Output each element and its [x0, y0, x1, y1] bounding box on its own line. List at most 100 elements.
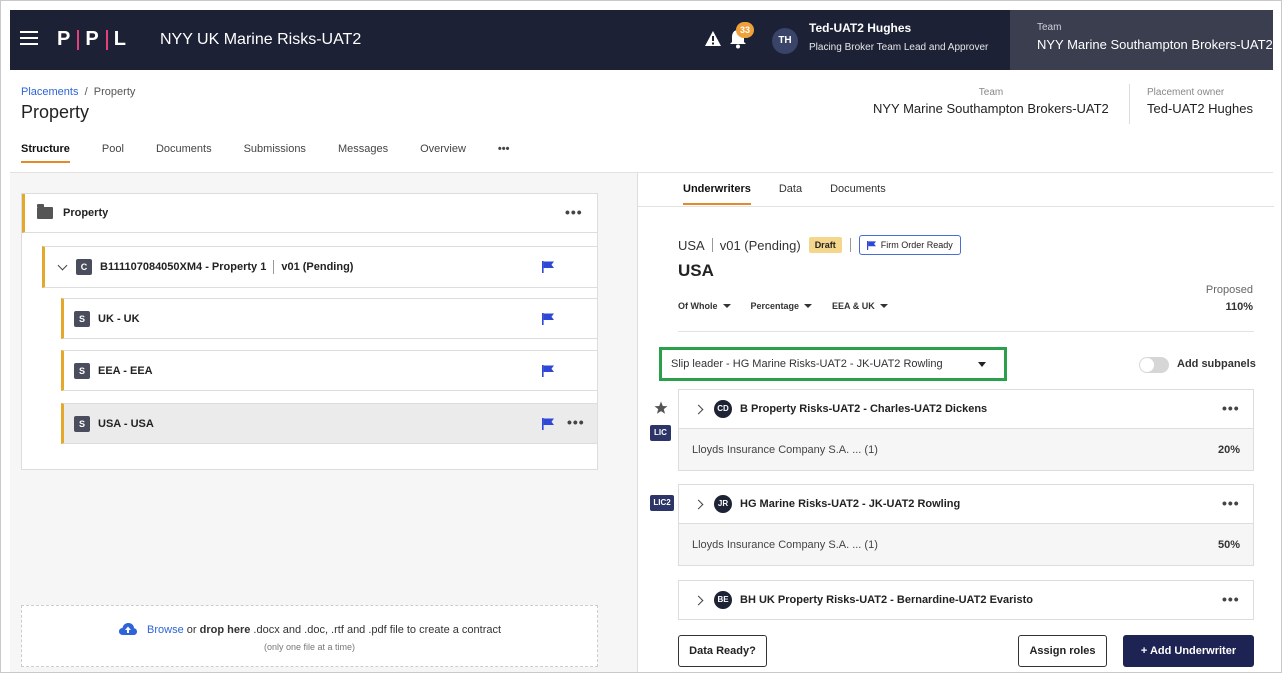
section-detail-panel: Underwriters Data Documents USA v01 (Pen… [637, 173, 1274, 672]
underwriter-header[interactable]: BE BH UK Property Risks-UAT2 - Bernardin… [679, 581, 1253, 619]
placement-tabs: Structure Pool Documents Submissions Mes… [21, 143, 541, 163]
divider [711, 238, 713, 252]
breadcrumb-current: Property [93, 86, 136, 98]
tab-overview[interactable]: Overview [420, 143, 466, 163]
structure-panel: Property ••• C B111107084050XM4 - Proper… [10, 173, 637, 672]
tab-structure[interactable]: Structure [21, 143, 70, 163]
tree-node-section-eea[interactable]: S EEA - EEA [61, 350, 598, 391]
of-whole-dropdown[interactable]: Of Whole [678, 301, 731, 311]
placement-owner-label: Placement owner [1147, 87, 1225, 98]
tab-documents-detail[interactable]: Documents [830, 183, 886, 205]
upload-instructions: Browse or drop here .docx and .doc, .rtf… [22, 622, 597, 636]
user-avatar[interactable]: TH [772, 28, 798, 54]
tree-node-root[interactable]: Property ••• [22, 194, 597, 233]
contract-type-badge: C [76, 259, 92, 275]
divider [849, 238, 851, 252]
section-type-badge: S [74, 415, 90, 432]
browse-link[interactable]: Browse [147, 624, 184, 636]
tree-node-contract[interactable]: C B111107084050XM4 - Property 1 v01 (Pen… [42, 246, 598, 288]
structure-tree: Property ••• C B111107084050XM4 - Proper… [21, 193, 598, 470]
root-more-button[interactable]: ••• [565, 204, 583, 220]
region-dropdown[interactable]: EEA & UK [832, 301, 888, 311]
underwriter-more-button[interactable]: ••• [1222, 400, 1240, 416]
underwriter-company: Lloyds Insurance Company S.A. ... (1) [692, 538, 878, 551]
section-label: UK - UK [98, 312, 140, 325]
tab-separator [638, 206, 1274, 207]
filters-row: Of Whole Percentage EEA & UK [678, 301, 908, 311]
more-tabs-button[interactable]: ••• [498, 143, 510, 163]
underwriter-share: 20% [1217, 443, 1240, 456]
caret-down-icon [978, 362, 986, 367]
top-navigation-bar: PPL NYY UK Marine Risks-UAT2 33 TH Ted-U… [10, 10, 1273, 70]
flag-icon[interactable] [542, 418, 554, 430]
underwriter-name: BH UK Property Risks-UAT2 - Bernardine-U… [740, 594, 1033, 606]
tree-node-section-usa[interactable]: S USA - USA ••• [61, 403, 598, 444]
data-ready-button[interactable]: Data Ready? [678, 635, 767, 667]
underwriter-avatar: BE [714, 591, 732, 609]
version-status: v01 (Pending) [719, 237, 801, 253]
user-name[interactable]: Ted-UAT2 Hughes [809, 21, 911, 35]
header-team-value: NYY Marine Southampton Brokers-UAT2 [873, 101, 1109, 116]
header-team: Team NYY Marine Southampton Brokers-UAT2 [873, 87, 1109, 116]
breadcrumb-separator: / [84, 86, 88, 98]
placement-owner: Placement owner Ted-UAT2 Hughes [1147, 87, 1253, 116]
caret-down-icon [722, 304, 731, 308]
underwriter-share: 50% [1217, 538, 1240, 551]
upload-or-text: or [183, 624, 200, 636]
underwriter-more-button[interactable]: ••• [1222, 495, 1240, 511]
tab-submissions[interactable]: Submissions [244, 143, 306, 163]
tab-data[interactable]: Data [779, 183, 802, 205]
flag-icon[interactable] [542, 313, 554, 325]
underwriter-more-button[interactable]: ••• [1222, 591, 1240, 607]
header-divider [1129, 84, 1130, 124]
assign-roles-button[interactable]: Assign roles [1018, 635, 1107, 667]
ppl-logo[interactable]: PPL [57, 28, 127, 51]
team-switcher[interactable]: Team NYY Marine Southampton Brokers-UAT2 [1010, 10, 1273, 70]
chevron-right-icon[interactable] [693, 499, 704, 509]
contract-upload-dropzone[interactable]: Browse or drop here .docx and .doc, .rtf… [21, 605, 598, 667]
chevron-down-icon[interactable] [57, 260, 68, 270]
underwriter-header[interactable]: JR HG Marine Risks-UAT2 - JK-UAT2 Rowlin… [679, 485, 1253, 523]
region-label: EEA & UK [832, 301, 875, 311]
underwriter-header[interactable]: CD B Property Risks-UAT2 - Charles-UAT2 … [679, 390, 1253, 428]
page-title: Property [21, 102, 90, 122]
flag-icon[interactable] [542, 261, 554, 273]
folder-icon [37, 204, 53, 219]
upload-note: (only one file at a time) [263, 642, 356, 652]
slip-leader-select[interactable]: Slip leader - HG Marine Risks-UAT2 - JK-… [659, 347, 1007, 381]
cloud-upload-icon [118, 623, 137, 635]
tree-node-label: Property [63, 207, 109, 219]
proposed-value: 110% [1225, 301, 1253, 313]
hamburger-menu-icon[interactable] [20, 31, 38, 45]
header-team-label: Team [978, 87, 1004, 98]
underwriter-company: Lloyds Insurance Company S.A. ... (1) [692, 443, 878, 456]
tab-underwriters[interactable]: Underwriters [683, 183, 751, 205]
breadcrumb-placements-link[interactable]: Placements [21, 86, 78, 98]
star-icon[interactable] [654, 401, 668, 415]
underwriter-line: Lloyds Insurance Company S.A. ... (1) 20… [679, 428, 1253, 470]
upload-file-types: .docx and .doc, .rtf and .pdf file to cr… [250, 624, 502, 636]
underwriter-card: CD B Property Risks-UAT2 - Charles-UAT2 … [678, 389, 1254, 471]
flag-icon[interactable] [542, 365, 554, 377]
drop-here-text: drop here [199, 624, 251, 636]
chevron-right-icon[interactable] [693, 595, 704, 605]
add-subpanels-toggle[interactable] [1139, 357, 1169, 373]
contract-version: v01 (Pending) [281, 261, 354, 273]
tab-pool[interactable]: Pool [102, 143, 124, 163]
add-underwriter-button[interactable]: + Add Underwriter [1123, 635, 1254, 667]
tab-messages[interactable]: Messages [338, 143, 388, 163]
percentage-dropdown[interactable]: Percentage [751, 301, 813, 311]
tab-documents[interactable]: Documents [156, 143, 212, 163]
underwriter-line: Lloyds Insurance Company S.A. ... (1) 50… [679, 523, 1253, 565]
section-more-button[interactable]: ••• [567, 414, 585, 430]
flag-icon [866, 240, 876, 250]
filters-separator [678, 331, 1254, 332]
chevron-right-icon[interactable] [693, 404, 704, 414]
team-value: NYY Marine Southampton Brokers-UAT2 [1037, 37, 1273, 52]
tree-node-section-uk[interactable]: S UK - UK [61, 298, 598, 339]
contract-label: B111107084050XM4 - Property 1 [100, 261, 267, 273]
user-role: Placing Broker Team Lead and Approver [809, 42, 989, 53]
warning-icon[interactable] [704, 30, 722, 48]
firm-order-ready-button[interactable]: Firm Order Ready [858, 235, 961, 255]
breadcrumb: Placements / Property [21, 86, 135, 98]
